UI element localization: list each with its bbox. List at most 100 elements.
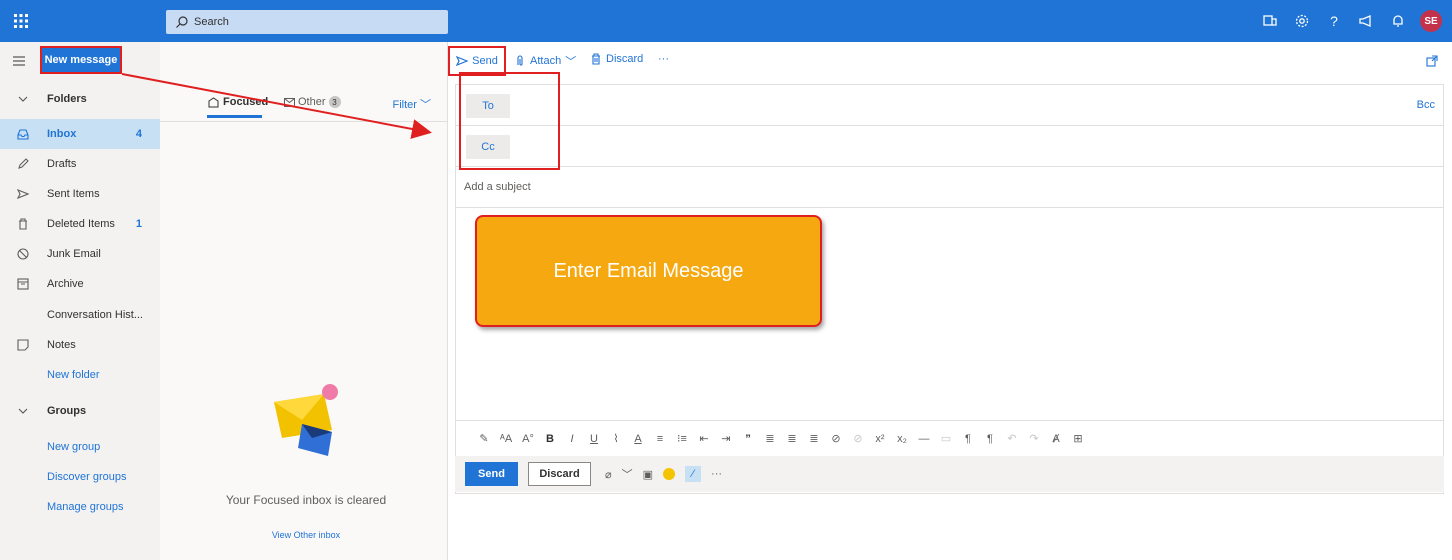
superscript-icon[interactable]: x²	[869, 433, 891, 445]
app-launcher-icon[interactable]	[0, 0, 42, 42]
nav-item-deleted-items[interactable]: Deleted Items 1	[0, 209, 160, 239]
attach-label: Attach	[530, 55, 562, 67]
nav-item-manage-groups[interactable]: Manage groups	[0, 492, 160, 522]
popout-icon[interactable]	[1426, 55, 1438, 67]
image-icon[interactable]: ▭	[935, 432, 957, 445]
font-color-icon[interactable]: A	[627, 433, 649, 445]
compose-action-bar: Send Discard ⌀ ﹀ ▣ ⁄ ···	[455, 456, 1444, 492]
nav-item-label: Inbox	[47, 128, 77, 140]
strikethrough-icon[interactable]: —	[913, 433, 935, 445]
nav-item-new-folder[interactable]: New folder	[0, 360, 160, 390]
link-icon[interactable]: ⊘	[825, 432, 847, 445]
nav-item-discover-groups[interactable]: Discover groups	[0, 462, 160, 492]
compose-toolbar: Send Attach ﹀ Discard ···	[448, 42, 1452, 80]
insert-picture-icon[interactable]: ▣	[643, 468, 653, 481]
action-bar-icons: ⌀ ﹀ ▣ ⁄ ···	[605, 466, 722, 482]
chevron-down-icon: ﹀	[565, 56, 577, 68]
chevron-down-icon[interactable]: ﹀	[622, 466, 633, 482]
nav-item-new-group[interactable]: New group	[0, 432, 160, 462]
hamburger-icon[interactable]	[12, 54, 26, 68]
grow-font-icon[interactable]: A°	[517, 433, 539, 445]
attach-button[interactable]: Attach ﹀	[514, 53, 576, 69]
tab-focused-label: Focused	[223, 96, 269, 108]
subscript-icon[interactable]: x₂	[891, 433, 913, 445]
nav-item-folders[interactable]: Folders	[0, 84, 160, 114]
help-icon[interactable]: ?	[1318, 0, 1350, 42]
nav-item-label: Folders	[47, 93, 87, 105]
to-row[interactable]: To Bcc	[456, 85, 1443, 126]
emoji-icon[interactable]	[663, 468, 676, 480]
paperclip-icon[interactable]: ⌀	[605, 468, 612, 481]
underline-icon[interactable]: U	[583, 433, 605, 445]
rtl-icon[interactable]: ¶	[979, 433, 1001, 445]
nav-item-label: Notes	[47, 339, 76, 351]
megaphone-icon[interactable]	[1350, 0, 1382, 42]
bell-icon[interactable]	[1382, 0, 1414, 42]
discard-label: Discard	[606, 53, 644, 65]
nav-item-junk-email[interactable]: Junk Email	[0, 239, 160, 269]
filter-button[interactable]: Filter ﹀	[392, 96, 431, 112]
nav-item-count: 4	[135, 128, 142, 140]
subject-row[interactable]: Add a subject	[456, 167, 1443, 208]
search-input[interactable]: Search	[166, 10, 448, 34]
table-icon[interactable]: ⊞	[1067, 432, 1089, 445]
italic-icon[interactable]: I	[561, 433, 583, 445]
tab-other[interactable]: Other 3	[284, 96, 341, 108]
nav-item-groups[interactable]: Groups	[0, 396, 160, 426]
bold-icon[interactable]: B	[539, 433, 561, 445]
nav-item-inbox[interactable]: Inbox 4	[0, 119, 160, 149]
numbering-icon[interactable]: ⁝≡	[671, 432, 693, 445]
inbox-icon	[14, 128, 32, 140]
nav-item-sent-items[interactable]: Sent Items	[0, 179, 160, 209]
nav-item-label: Discover groups	[47, 471, 127, 483]
discard-button[interactable]: Discard	[590, 53, 643, 65]
view-other-inbox-link[interactable]: View Other inbox	[216, 530, 396, 540]
new-message-button[interactable]: New message	[40, 46, 122, 74]
bullets-icon[interactable]: ≡	[649, 433, 671, 445]
nav-item-notes[interactable]: Notes	[0, 330, 160, 360]
unlink-icon[interactable]: ⊘	[847, 432, 869, 445]
align-right-icon[interactable]: ≣	[803, 432, 825, 445]
decrease-indent-icon[interactable]: ⇤	[693, 432, 715, 445]
cc-row[interactable]: Cc	[456, 126, 1443, 167]
search-placeholder: Search	[194, 16, 229, 28]
enter-message-callout: Enter Email Message	[475, 215, 822, 327]
clear-format-icon[interactable]: Ⱥ	[1045, 433, 1067, 445]
more-options-button[interactable]: ···	[658, 53, 669, 65]
font-size-icon[interactable]: ᴬA	[495, 433, 517, 445]
ltr-icon[interactable]: ¶	[957, 433, 979, 445]
increase-indent-icon[interactable]: ⇥	[715, 432, 737, 445]
subject-input[interactable]: Add a subject	[464, 181, 531, 193]
nav-item-label: Deleted Items	[47, 218, 115, 230]
teams-icon[interactable]	[1254, 0, 1286, 42]
more-options-bottom[interactable]: ···	[711, 468, 722, 480]
discard-button-bottom[interactable]: Discard	[528, 462, 591, 486]
undo-icon[interactable]: ↶	[1001, 432, 1023, 445]
nav-item-label: Archive	[47, 278, 84, 290]
nav-item-conversation-hist[interactable]: Conversation Hist...	[0, 300, 160, 330]
paperclip-icon	[517, 55, 523, 66]
pencil-icon	[14, 158, 32, 170]
nav-item-drafts[interactable]: Drafts	[0, 149, 160, 179]
formatting-toolbar: ✎ ᴬA A° B I U ⌇ A ≡ ⁝≡ ⇤ ⇥ ” ≣ ≣ ≣ ⊘ ⊘ x…	[455, 420, 1444, 456]
align-left-icon[interactable]: ≣	[759, 432, 781, 445]
trash-icon	[592, 53, 600, 65]
avatar[interactable]: SE	[1420, 10, 1442, 32]
nav-item-label: Manage groups	[47, 501, 124, 513]
nav-item-label: Drafts	[47, 158, 77, 170]
bcc-link[interactable]: Bcc	[1417, 99, 1435, 111]
tab-focused[interactable]: Focused	[208, 96, 268, 108]
editor-icon[interactable]: ⁄	[685, 466, 702, 482]
send-button[interactable]: Send	[465, 462, 518, 486]
tab-other-label: Other	[298, 96, 326, 108]
send-icon	[456, 56, 469, 66]
highlight-icon[interactable]: ⌇	[605, 432, 627, 445]
format-painter-icon[interactable]: ✎	[473, 432, 495, 445]
nav-item-archive[interactable]: Archive	[0, 269, 160, 299]
empty-inbox-message: Your Focused inbox is cleared	[225, 493, 387, 507]
note-icon	[14, 339, 32, 351]
gear-icon[interactable]	[1286, 0, 1318, 42]
redo-icon[interactable]: ↷	[1023, 432, 1045, 445]
quote-icon[interactable]: ”	[737, 433, 759, 445]
align-center-icon[interactable]: ≣	[781, 432, 803, 445]
